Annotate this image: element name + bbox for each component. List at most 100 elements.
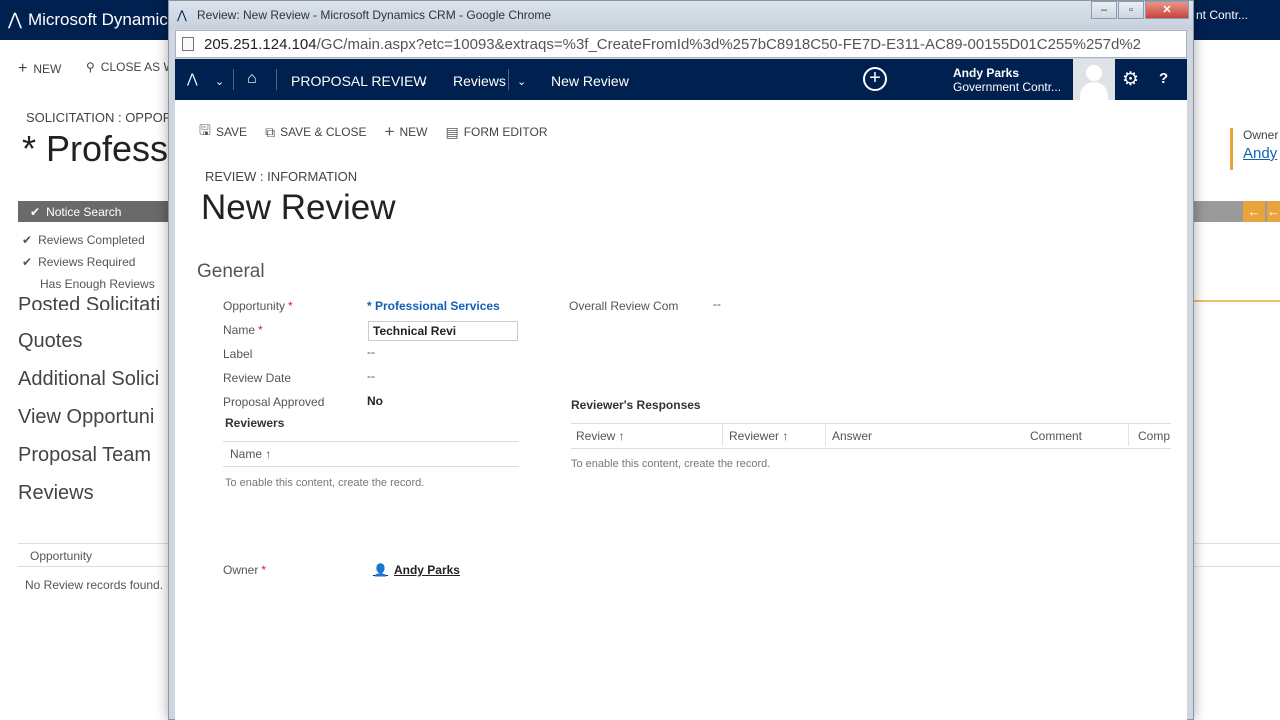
- nav-entity-reviews[interactable]: Reviews: [453, 73, 506, 89]
- background-nav-reviews[interactable]: Reviews: [18, 482, 94, 505]
- stage-next-arrow-icon[interactable]: ←: [1267, 201, 1280, 222]
- dynamics-home-logo-icon[interactable]: ⋀: [187, 71, 198, 87]
- window-titlebar[interactable]: ⋀ Review: New Review - Microsoft Dynamic…: [169, 1, 1193, 29]
- review-date-label: Review Date: [223, 371, 292, 385]
- required-marker: *: [288, 299, 293, 313]
- background-check-item: ✔ Reviews Completed: [22, 233, 145, 247]
- background-nav-view-opportunities[interactable]: View Opportuni: [18, 406, 154, 429]
- home-icon[interactable]: ⌂: [247, 70, 257, 88]
- review-form: 🖫 SAVE ⧉ SAVE & CLOSE + NEW ▤ FORM EDITO…: [175, 100, 1187, 720]
- minimize-icon[interactable]: –: [1091, 1, 1117, 19]
- save-close-icon: ⧉: [265, 123, 276, 140]
- proposal-approved-field[interactable]: No: [367, 394, 383, 408]
- chevron-down-icon[interactable]: ⌄: [419, 75, 428, 88]
- label-field[interactable]: --: [367, 345, 375, 359]
- nav-separator: [508, 69, 509, 90]
- background-user-org: nt Contr...: [1196, 8, 1249, 22]
- section-title-general: General: [197, 261, 265, 282]
- nav-separator: [233, 69, 234, 90]
- dynamics-logo-icon: ⋀: [8, 10, 22, 29]
- close-as-icon: ⚲: [86, 60, 95, 74]
- opportunity-lookup-link[interactable]: * Professional Services: [367, 299, 500, 313]
- background-close-as-button[interactable]: ⚲ CLOSE AS W: [86, 60, 175, 74]
- background-owner: Owner Andy: [1230, 128, 1278, 170]
- responses-column-comment[interactable]: Comment: [1030, 429, 1082, 443]
- responses-column-review[interactable]: Review ↑: [576, 429, 625, 443]
- chevron-down-icon[interactable]: ⌄: [517, 75, 526, 88]
- background-grid-column-opportunity[interactable]: Opportunity: [30, 549, 92, 563]
- check-icon: ✔: [30, 204, 41, 219]
- check-icon: ✔: [22, 233, 33, 247]
- background-app-logo[interactable]: ⋀ Microsoft Dynamic: [8, 10, 168, 30]
- nav-record-new-review[interactable]: New Review: [551, 73, 629, 89]
- person-icon: 👤: [373, 563, 388, 577]
- responses-column-reviewer[interactable]: Reviewer ↑: [729, 429, 788, 443]
- overall-review-field[interactable]: --: [713, 297, 721, 311]
- proposal-approved-label: Proposal Approved: [223, 395, 325, 409]
- chrome-popup-window: ⋀ Review: New Review - Microsoft Dynamic…: [168, 0, 1194, 720]
- gear-icon[interactable]: ⚙: [1122, 68, 1139, 91]
- check-icon: ✔: [22, 255, 33, 269]
- avatar-head: [1086, 65, 1102, 81]
- command-bar: 🖫 SAVE ⧉ SAVE & CLOSE + NEW ▤ FORM EDITO…: [199, 120, 548, 144]
- background-nav-additional[interactable]: Additional Solici: [18, 368, 159, 391]
- column-divider: [1128, 424, 1129, 446]
- create-plus-icon[interactable]: +: [863, 67, 887, 91]
- background-owner-link[interactable]: Andy: [1243, 145, 1278, 162]
- reviewers-column-name[interactable]: Name ↑: [230, 447, 271, 461]
- opportunity-label: Opportunity *: [223, 299, 293, 313]
- maximize-icon[interactable]: ▫: [1118, 1, 1144, 19]
- avatar-body: [1080, 82, 1108, 100]
- name-field[interactable]: [368, 321, 518, 341]
- responses-empty-message: To enable this content, create the recor…: [571, 458, 771, 470]
- window-controls: – ▫ ✕: [1091, 1, 1189, 19]
- grid-divider: [571, 423, 1171, 424]
- form-editor-button[interactable]: ▤ FORM EDITOR: [445, 120, 547, 144]
- plus-icon: +: [384, 122, 395, 141]
- responses-column-answer[interactable]: Answer: [832, 429, 872, 443]
- background-nav-posted[interactable]: Posted Solicitati: [18, 294, 160, 310]
- owner-label: Owner *: [223, 563, 267, 577]
- save-and-close-button[interactable]: ⧉ SAVE & CLOSE: [265, 120, 366, 144]
- save-icon: 🖫: [199, 122, 211, 138]
- background-new-button[interactable]: + NEW: [18, 60, 61, 78]
- stage-prev-arrow-icon[interactable]: ←: [1243, 201, 1265, 222]
- grid-divider: [571, 448, 1171, 449]
- nav-separator: [276, 69, 277, 90]
- responses-column-comp[interactable]: Comp: [1138, 429, 1171, 443]
- background-stage-notice-search[interactable]: ✔ Notice Search: [18, 201, 170, 222]
- breadcrumb: REVIEW : INFORMATION: [205, 169, 358, 184]
- user-info[interactable]: Andy Parks Government Contr...: [953, 66, 1061, 94]
- review-date-field[interactable]: --: [367, 369, 375, 383]
- background-nav-quotes[interactable]: Quotes: [18, 330, 82, 353]
- name-label: Name *: [223, 323, 263, 337]
- reviewers-subgrid-title: Reviewers: [225, 416, 285, 430]
- crm-nav-bar: ⋀ ⌄ ⌂ PROPOSAL REVIEW ⌄ Reviews ⌄ New Re…: [175, 59, 1187, 100]
- owner-lookup-link[interactable]: 👤 Andy Parks: [373, 563, 460, 577]
- background-nav-proposal-team[interactable]: Proposal Team: [18, 444, 151, 467]
- required-marker: *: [261, 563, 267, 577]
- overall-review-label: Overall Review Com: [569, 299, 679, 313]
- background-check-item: Has Enough Reviews: [40, 277, 155, 291]
- page-title: New Review: [201, 188, 396, 227]
- avatar[interactable]: [1073, 59, 1115, 100]
- nav-area-proposal-review[interactable]: PROPOSAL REVIEW: [291, 73, 427, 89]
- window-title: Review: New Review - Microsoft Dynamics …: [197, 8, 552, 22]
- form-editor-icon: ▤: [445, 123, 459, 140]
- address-bar[interactable]: 205.251.124.104/GC/main.aspx?etc=10093&e…: [175, 30, 1187, 58]
- save-button[interactable]: 🖫 SAVE: [199, 120, 247, 144]
- help-icon[interactable]: ?: [1159, 70, 1168, 87]
- background-stage-bar: d: [1186, 201, 1280, 222]
- dynamics-logo-icon: ⋀: [177, 8, 187, 22]
- new-button[interactable]: + NEW: [385, 120, 428, 144]
- label-label: Label: [223, 347, 253, 361]
- background-check-item: ✔ Reviews Required: [22, 255, 136, 269]
- close-icon[interactable]: ✕: [1145, 1, 1189, 19]
- url-text[interactable]: 205.251.124.104/GC/main.aspx?etc=10093&e…: [204, 36, 1184, 53]
- chevron-down-icon[interactable]: ⌄: [215, 75, 224, 88]
- page-icon: [182, 37, 194, 51]
- column-divider: [825, 424, 826, 446]
- background-breadcrumb: SOLICITATION : OPPORT: [26, 110, 180, 125]
- column-divider: [722, 424, 723, 446]
- background-page-title: * Professi: [22, 128, 177, 169]
